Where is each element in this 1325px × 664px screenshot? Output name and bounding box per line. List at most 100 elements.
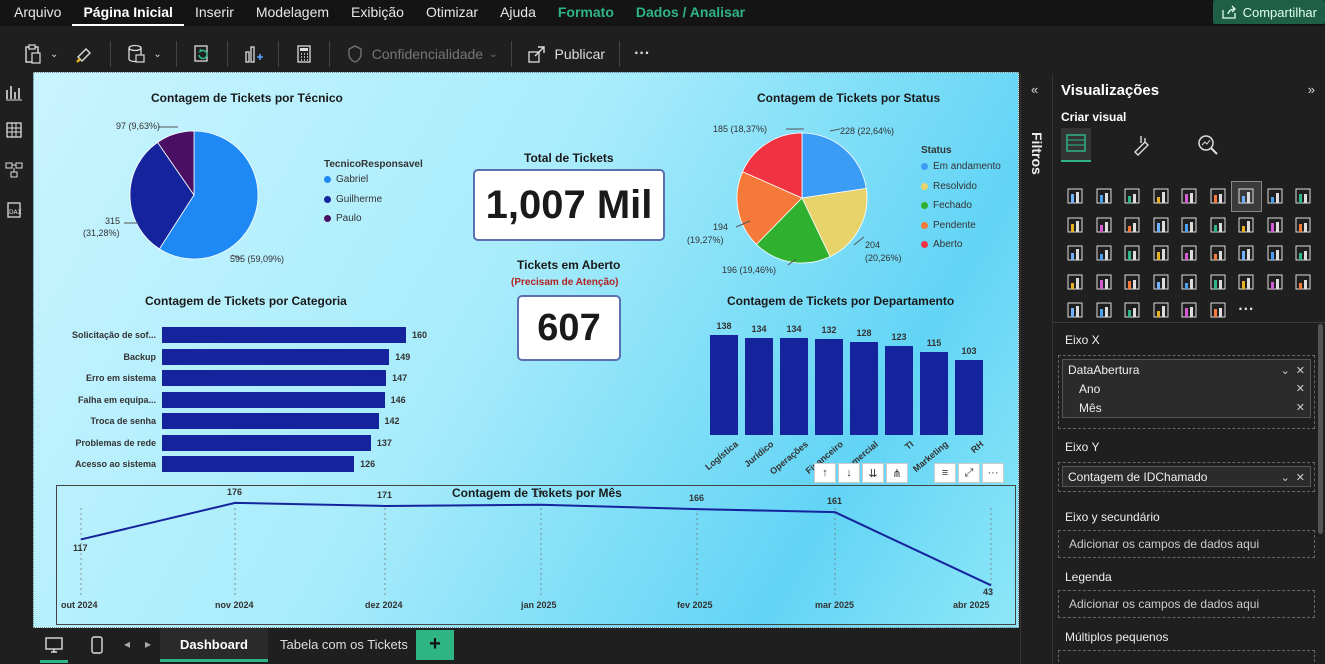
build-visual-tab[interactable] (1061, 128, 1091, 162)
remove-field-icon[interactable]: ✕ (1296, 382, 1305, 395)
status-legend-item[interactable]: Pendente (921, 220, 976, 231)
narrative-visual-icon[interactable] (1261, 268, 1290, 297)
dept-bar[interactable] (850, 342, 878, 435)
expand-filters-icon[interactable]: « (1031, 82, 1038, 97)
model-view-icon[interactable] (4, 160, 24, 180)
total-card[interactable]: 1,007 Mil (473, 169, 665, 241)
share-button[interactable]: Compartilhar (1212, 0, 1325, 24)
menu-arquivo[interactable]: Arquivo (3, 0, 72, 26)
legend-item-paulo[interactable]: Paulo (324, 213, 362, 224)
legend-item-guilherme[interactable]: Guilherme (324, 194, 382, 205)
menu-formato[interactable]: Formato (547, 0, 625, 26)
status-legend-item[interactable]: Em andamento (921, 161, 1001, 172)
line-series[interactable] (80, 501, 992, 587)
drill-down-icon[interactable]: ↓ (838, 463, 860, 483)
card-visual-icon[interactable] (1204, 239, 1233, 268)
ribbon-visual-icon[interactable] (1061, 211, 1090, 240)
remove-field-icon[interactable]: ✕ (1296, 472, 1305, 484)
table-visual-icon[interactable] (1061, 268, 1090, 297)
remove-field-icon[interactable]: ✕ (1296, 401, 1305, 414)
legend-item-gabriel[interactable]: Gabriel (324, 174, 368, 185)
power-apps-visual-icon[interactable] (1090, 296, 1119, 325)
menu-inserir[interactable]: Inserir (184, 0, 245, 26)
pie-visual-icon[interactable] (1261, 211, 1290, 240)
menu-pagina-inicial[interactable]: Página Inicial (72, 0, 184, 26)
dax-query-icon[interactable]: DAX (4, 200, 24, 220)
filter-icon[interactable]: ≡ (934, 463, 956, 483)
x-axis-well[interactable]: DataAbertura ⌄ ✕ Ano ✕ Mês ✕ (1058, 355, 1315, 429)
category-bar[interactable] (162, 434, 371, 451)
clustered-column-visual-icon[interactable] (1147, 182, 1176, 211)
dept-bar[interactable] (920, 351, 948, 435)
stacked-bar-visual-icon[interactable] (1061, 182, 1090, 211)
line-clustered-visual-icon[interactable] (1147, 211, 1176, 240)
power-automate-visual-icon[interactable] (1118, 296, 1147, 325)
100-column-visual-icon[interactable] (1204, 182, 1233, 211)
dept-bar[interactable] (710, 335, 738, 435)
slicer-visual-icon[interactable] (1289, 239, 1318, 268)
menu-otimizar[interactable]: Otimizar (415, 0, 489, 26)
status-legend-item[interactable]: Fechado (921, 200, 972, 211)
100-bar-visual-icon[interactable] (1175, 182, 1204, 211)
expand-all-icon[interactable]: ⇊ (862, 463, 884, 483)
funnel-visual-icon[interactable] (1204, 211, 1233, 240)
format-visual-icon[interactable] (1129, 132, 1155, 158)
scatter-bars-visual-icon[interactable] (1175, 211, 1204, 240)
status-legend-item[interactable]: Resolvido (921, 181, 977, 192)
prev-page-icon[interactable]: ◂ (124, 637, 130, 651)
small-multiples-well[interactable] (1058, 650, 1315, 662)
area-visual-icon[interactable] (1261, 182, 1290, 211)
get-data-button[interactable]: ⌄ (117, 39, 169, 69)
gauge-visual-icon[interactable] (1175, 239, 1204, 268)
trophy-visual-icon[interactable] (1289, 268, 1318, 297)
metrics-visual-icon[interactable] (1147, 296, 1176, 325)
clustered-bar-visual-icon[interactable] (1118, 182, 1147, 211)
dept-bar[interactable] (815, 339, 843, 435)
line-column-visual-icon[interactable] (1118, 211, 1147, 240)
stacked-area-visual-icon[interactable] (1289, 182, 1318, 211)
scatter-visual-icon[interactable] (1232, 211, 1261, 240)
paginated-visual-icon[interactable] (1061, 296, 1090, 325)
report-view-icon[interactable] (4, 82, 24, 102)
x-subfield-mes[interactable]: Mês ✕ (1063, 398, 1310, 417)
multi-card-visual-icon[interactable] (1232, 239, 1261, 268)
category-bar[interactable] (162, 413, 379, 429)
remove-field-icon[interactable]: ✕ (1296, 365, 1305, 377)
waterfall-visual-icon[interactable] (1090, 211, 1119, 240)
month-line-visual[interactable]: Contagem de Tickets por Mês 117 out 2024 1… (56, 485, 1016, 625)
pane-scrollbar[interactable] (1318, 324, 1323, 534)
analytics-icon[interactable] (1195, 132, 1221, 158)
legend-well[interactable]: Adicionar os campos de dados aqui (1058, 590, 1315, 618)
filled-map-visual-icon[interactable] (1118, 239, 1147, 268)
key-influencers-visual-icon[interactable] (1175, 268, 1204, 297)
category-bar[interactable] (162, 391, 385, 408)
menu-dados-analisar[interactable]: Dados / Analisar (625, 0, 756, 26)
map-visual-icon[interactable] (1090, 239, 1119, 268)
chevron-down-icon[interactable]: ⌄ (1281, 472, 1290, 484)
chevron-more-visual-icon[interactable] (1204, 296, 1233, 325)
tab-tabela-tickets[interactable]: Tabela com os Tickets (260, 628, 428, 662)
more-visual-icon[interactable]: ··· (1232, 296, 1261, 325)
desktop-layout-icon[interactable] (44, 636, 64, 654)
sensitivity-button[interactable]: Confidencialidade ⌄ (336, 39, 506, 69)
menu-ajuda[interactable]: Ajuda (489, 0, 547, 26)
next-page-icon[interactable]: ▸ (145, 637, 151, 651)
azure-map-visual-icon[interactable] (1147, 239, 1176, 268)
donut-visual-icon[interactable] (1289, 211, 1318, 240)
chevron-down-icon[interactable]: ⌄ (1281, 365, 1290, 377)
x-subfield-ano[interactable]: Ano ✕ (1063, 379, 1310, 398)
format-painter-button[interactable] (66, 39, 104, 69)
diamond-visual-icon[interactable] (1175, 296, 1204, 325)
category-bar[interactable] (162, 327, 406, 343)
treemap-visual-icon[interactable] (1061, 239, 1090, 268)
table-view-icon[interactable] (4, 120, 24, 140)
new-measure-button[interactable] (285, 39, 323, 69)
x-field-group[interactable]: DataAbertura ⌄ ✕ Ano ✕ Mês ✕ (1062, 359, 1311, 418)
dept-bar[interactable] (885, 345, 913, 435)
menu-modelagem[interactable]: Modelagem (245, 0, 340, 26)
line-visual-icon[interactable] (1231, 181, 1262, 212)
matrix-visual-icon[interactable] (1090, 268, 1119, 297)
r-visual-visual-icon[interactable] (1118, 268, 1147, 297)
drill-up-icon[interactable]: ↑ (814, 463, 836, 483)
open-card[interactable]: 607 (517, 295, 621, 361)
